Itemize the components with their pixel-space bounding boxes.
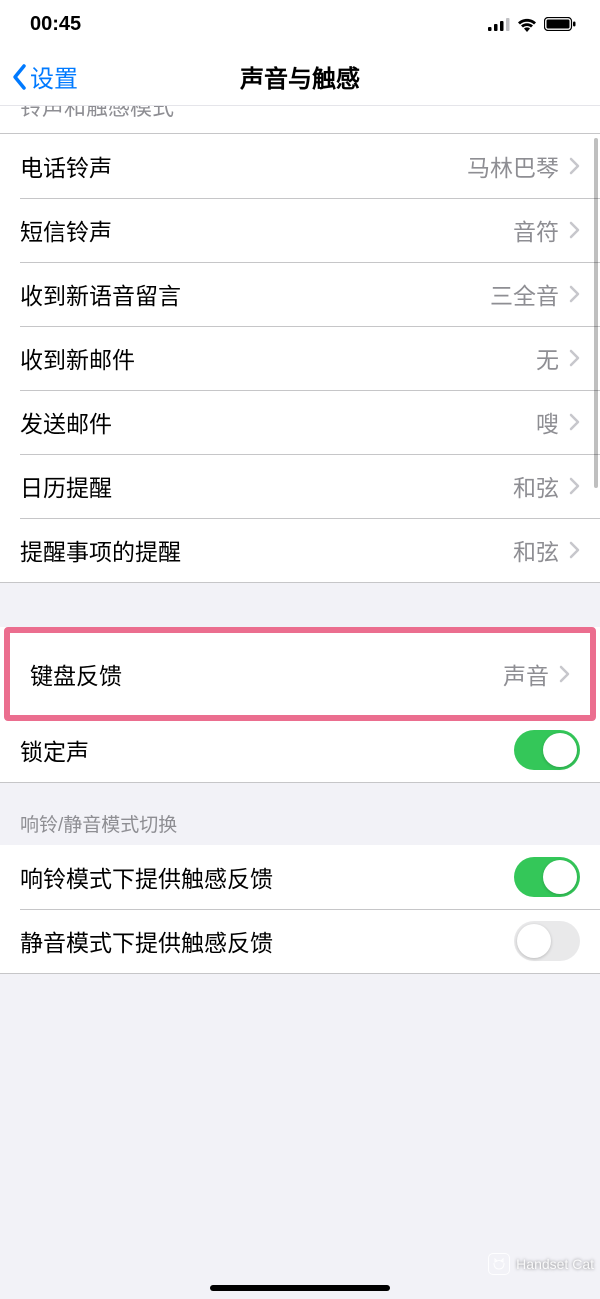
row-ringtone[interactable]: 电话铃声 马林巴琴: [0, 134, 600, 198]
row-keyboard-feedback[interactable]: 键盘反馈 声音: [10, 633, 590, 715]
row-label: 静音模式下提供触感反馈: [20, 924, 514, 958]
chevron-right-icon: [569, 157, 580, 175]
haptics-section-header: 响铃/静音模式切换: [0, 782, 600, 845]
row-lock-sound: 锁定声: [0, 718, 600, 782]
keyboard-group: 键盘反馈 声音 锁定声: [0, 627, 600, 782]
row-value: 无: [536, 341, 559, 375]
watermark: Handset Cat: [488, 1253, 594, 1275]
chevron-right-icon: [569, 285, 580, 303]
row-value: 和弦: [513, 533, 559, 567]
scrollbar[interactable]: [594, 138, 598, 488]
row-label: 收到新语音留言: [20, 277, 490, 311]
row-label: 电话铃声: [20, 149, 467, 183]
row-label: 短信铃声: [20, 213, 513, 247]
row-value: 嗖: [536, 405, 559, 439]
row-text-tone[interactable]: 短信铃声 音符: [0, 198, 600, 262]
page-title: 声音与触感: [0, 59, 600, 94]
row-voicemail[interactable]: 收到新语音留言 三全音: [0, 262, 600, 326]
row-value: 音符: [513, 213, 559, 247]
row-value: 和弦: [513, 469, 559, 503]
row-value: 声音: [503, 657, 549, 691]
home-indicator[interactable]: [210, 1285, 390, 1291]
chevron-right-icon: [569, 477, 580, 495]
status-indicators: [488, 16, 576, 32]
watermark-brand: Handset Cat: [516, 1256, 594, 1272]
row-reminder[interactable]: 提醒事项的提醒 和弦: [0, 518, 600, 582]
row-calendar[interactable]: 日历提醒 和弦: [0, 454, 600, 518]
row-label: 发送邮件: [20, 405, 536, 439]
row-haptic-silent-mode: 静音模式下提供触感反馈: [0, 909, 600, 973]
clipped-section-header: 铃声和触感模式: [0, 106, 600, 134]
chevron-right-icon: [559, 665, 570, 683]
watermark-icon: [488, 1253, 510, 1275]
row-new-mail[interactable]: 收到新邮件 无: [0, 326, 600, 390]
chevron-right-icon: [569, 541, 580, 559]
cellular-signal-icon: [488, 17, 510, 31]
lock-sound-toggle[interactable]: [514, 730, 580, 770]
sounds-group: 电话铃声 马林巴琴 短信铃声 音符 收到新语音留言 三全音 收到新邮件 无 发送…: [0, 134, 600, 582]
row-value: 三全音: [490, 277, 559, 311]
row-label: 键盘反馈: [30, 657, 503, 691]
chevron-right-icon: [569, 221, 580, 239]
haptic-silent-toggle[interactable]: [514, 921, 580, 961]
status-time: 00:45: [30, 13, 81, 36]
row-label: 锁定声: [20, 733, 514, 767]
haptic-ring-toggle[interactable]: [514, 857, 580, 897]
back-button[interactable]: 设置: [0, 48, 78, 105]
row-value: 马林巴琴: [467, 149, 559, 183]
chevron-right-icon: [569, 413, 580, 431]
back-label: 设置: [30, 59, 78, 94]
row-label: 收到新邮件: [20, 341, 536, 375]
highlight-box: 键盘反馈 声音: [4, 627, 596, 721]
row-label: 提醒事项的提醒: [20, 533, 513, 567]
battery-icon: [544, 17, 576, 31]
wifi-icon: [516, 16, 538, 32]
status-bar: 00:45: [0, 0, 600, 48]
row-label: 日历提醒: [20, 469, 513, 503]
row-label: 响铃模式下提供触感反馈: [20, 860, 514, 894]
chevron-right-icon: [569, 349, 580, 367]
row-haptic-ring-mode: 响铃模式下提供触感反馈: [0, 845, 600, 909]
haptics-group: 响铃模式下提供触感反馈 静音模式下提供触感反馈: [0, 845, 600, 973]
nav-bar: 设置 声音与触感: [0, 48, 600, 106]
row-sent-mail[interactable]: 发送邮件 嗖: [0, 390, 600, 454]
